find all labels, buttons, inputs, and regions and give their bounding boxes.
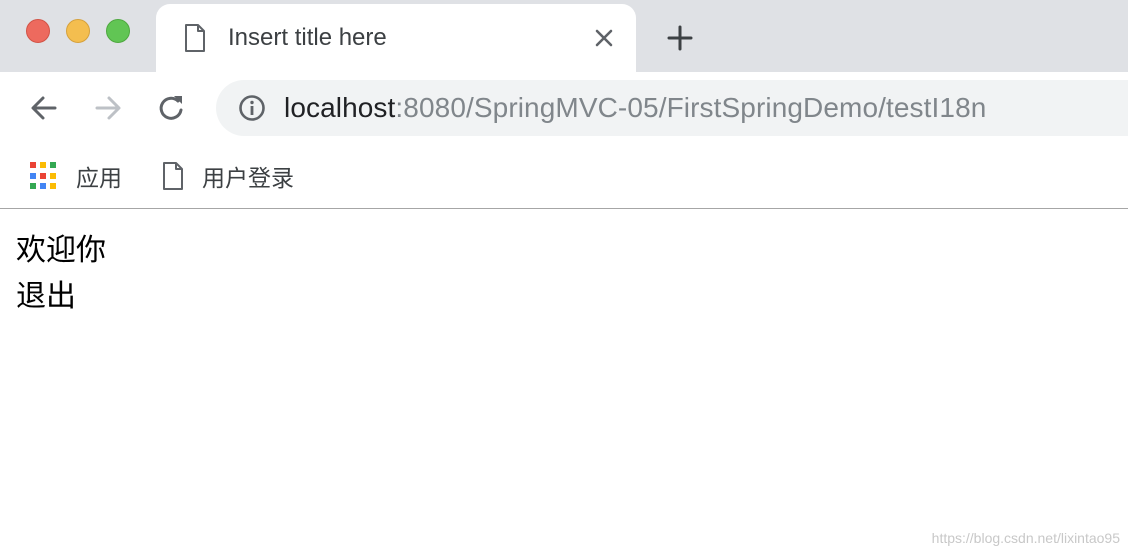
logout-link[interactable]: 退出 [16, 274, 106, 320]
apps-grid-dot [30, 183, 36, 190]
apps-grid-dot [40, 172, 46, 179]
bookmark-label: 应用 [76, 165, 122, 191]
reload-icon[interactable] [156, 92, 188, 124]
window-close-button[interactable] [26, 19, 50, 43]
apps-grid-dot [40, 183, 46, 190]
bookmark-user-login[interactable]: 用户登录 [162, 156, 294, 196]
bookmarks-bar: 应用 用户登录 [0, 144, 1128, 209]
tab-title: Insert title here [228, 24, 387, 51]
document-icon [163, 162, 183, 190]
apps-grid-icon [30, 162, 58, 190]
url-path: :8080/SpringMVC-05/FirstSpringDemo/testI… [395, 92, 987, 123]
welcome-text: 欢迎你 [16, 234, 106, 267]
tab-active[interactable]: Insert title here [156, 4, 636, 72]
plus-icon[interactable] [666, 24, 694, 52]
url-text[interactable]: localhost:8080/SpringMVC-05/FirstSpringD… [284, 90, 986, 126]
apps-grid-dot [50, 183, 56, 190]
close-icon[interactable] [592, 26, 616, 50]
info-icon[interactable] [238, 94, 266, 122]
arrow-left-icon[interactable] [28, 92, 60, 124]
window-maximize-button[interactable] [106, 19, 130, 43]
apps-grid-dot [40, 162, 46, 168]
tab-strip: Insert title here [0, 0, 1128, 72]
bookmark-apps[interactable]: 应用 [30, 156, 122, 196]
document-icon [185, 24, 205, 52]
window-minimize-button[interactable] [66, 19, 90, 43]
bookmark-label: 用户登录 [202, 165, 294, 191]
page-content: 欢迎你 退出 [16, 228, 106, 320]
watermark: https://blog.csdn.net/lixintao95 [931, 530, 1120, 546]
apps-grid-dot [30, 172, 36, 179]
arrow-right-icon[interactable] [92, 92, 124, 124]
browser-toolbar: localhost:8080/SpringMVC-05/FirstSpringD… [0, 72, 1128, 144]
address-bar[interactable]: localhost:8080/SpringMVC-05/FirstSpringD… [216, 80, 1128, 136]
apps-grid-dot [30, 162, 36, 168]
apps-grid-dot [50, 162, 56, 168]
url-host: localhost [284, 92, 396, 123]
apps-grid-dot [50, 172, 56, 179]
